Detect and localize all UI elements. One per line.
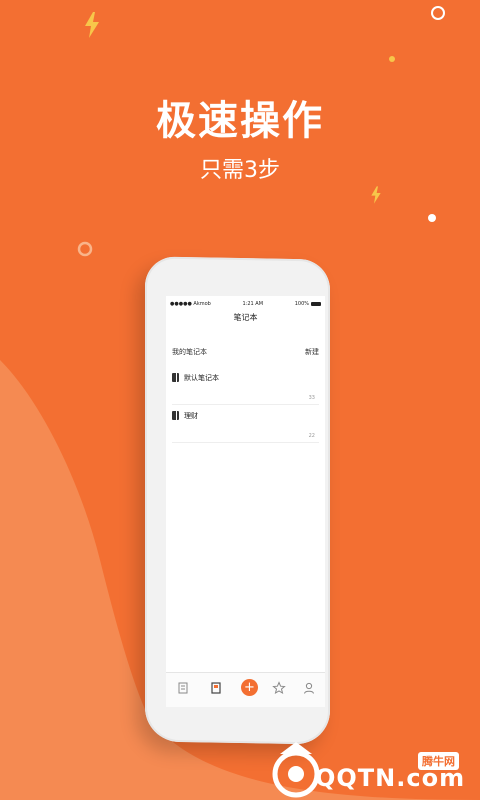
notebook-count: 33 <box>308 395 315 401</box>
notebook-item[interactable]: 理财 22 <box>172 406 319 443</box>
carrier-label: ●●●●● Akmob <box>170 301 211 307</box>
battery-indicator: 100% <box>295 301 321 307</box>
notebook-name: 理财 <box>184 412 198 420</box>
notebook-icon <box>172 411 179 420</box>
status-bar: ●●●●● Akmob 1:21 AM 100% <box>170 300 321 308</box>
note-icon[interactable] <box>176 681 190 695</box>
page-title: 笔记本 <box>233 313 258 322</box>
ring-decoration-icon <box>431 6 445 20</box>
add-button[interactable]: + <box>241 679 258 696</box>
hero-title: 极速操作 <box>156 98 324 144</box>
section-header: 我的笔记本 新建 <box>172 347 319 357</box>
lightning-bolt-icon <box>371 186 381 204</box>
notebook-name: 默认笔记本 <box>184 374 219 382</box>
phone-screen: ●●●●● Akmob 1:21 AM 100% 笔记本 我的笔记本 新建 默认… <box>166 296 325 704</box>
notebook-icon <box>172 373 179 382</box>
notebook-icon[interactable] <box>209 681 223 695</box>
watermark-badge: 腾牛网 <box>418 752 459 770</box>
dot-decoration-icon <box>389 56 395 62</box>
notebook-count: 22 <box>308 433 315 439</box>
new-notebook-button[interactable]: 新建 <box>305 347 319 357</box>
status-time: 1:21 AM <box>242 301 264 307</box>
lightning-bolt-icon <box>85 12 99 38</box>
notebook-item[interactable]: 默认笔记本 33 <box>172 368 319 405</box>
ring-decoration-icon <box>77 241 93 257</box>
section-label: 我的笔记本 <box>172 348 207 356</box>
user-icon[interactable] <box>302 681 316 695</box>
dot-decoration-icon <box>428 214 436 222</box>
hero-subtitle: 只需3步 <box>200 158 280 183</box>
tab-bar: + <box>166 672 325 707</box>
battery-icon <box>311 301 321 306</box>
star-icon[interactable] <box>272 681 286 695</box>
